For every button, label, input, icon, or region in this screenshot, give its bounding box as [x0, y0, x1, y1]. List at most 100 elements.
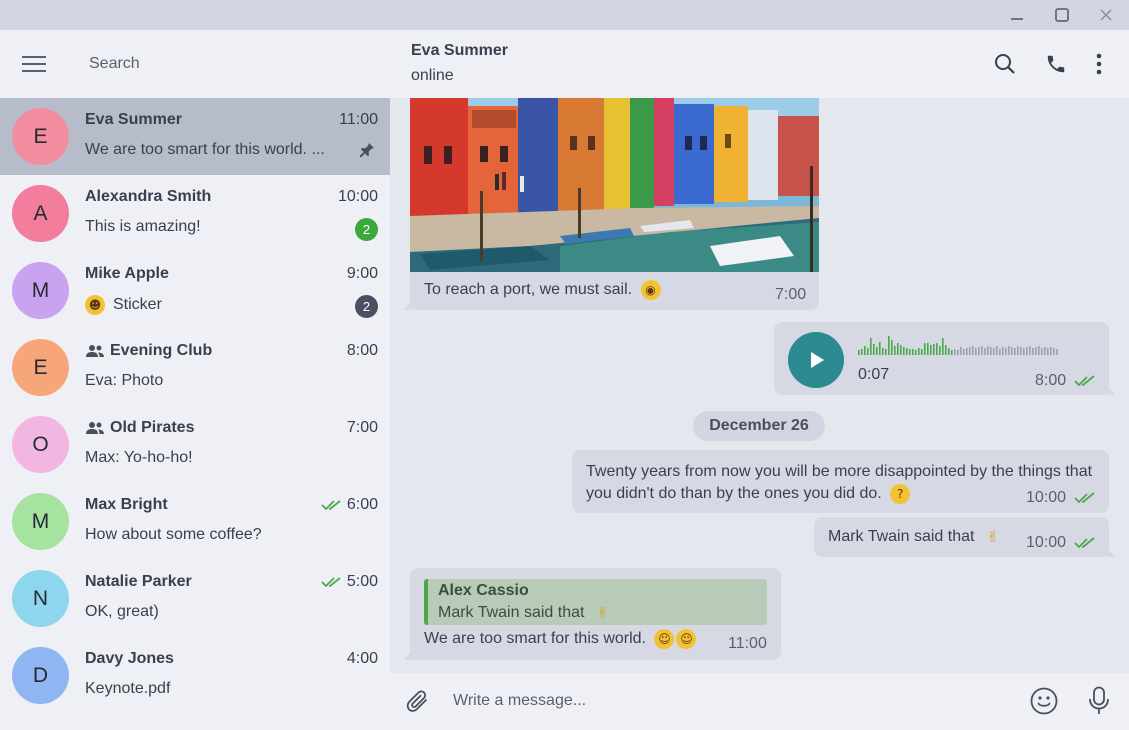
thinking-emoji-icon: ?: [890, 483, 911, 504]
avatar: M: [12, 262, 69, 319]
chat-name: Old Pirates: [85, 419, 194, 437]
chat-time: 5:00: [321, 573, 378, 591]
double-check-icon: [1074, 537, 1098, 549]
chat-name-text: Old Pirates: [110, 419, 195, 436]
message-list[interactable]: To reach a port, we must sail. ◉ 7:00 0:…: [390, 98, 1129, 673]
maximize-icon[interactable]: [1051, 4, 1073, 26]
chat-list: E Eva Summer 11:00 We are too smart for …: [0, 98, 390, 714]
chat-name-text: Davy Jones: [85, 650, 174, 667]
search-input[interactable]: [89, 52, 369, 76]
avatar: A: [12, 185, 69, 242]
chat-time: 7:00: [347, 419, 378, 437]
minimize-icon[interactable]: [1006, 4, 1028, 26]
message-time: 11:00: [728, 635, 767, 653]
search-icon[interactable]: [991, 50, 1019, 78]
victory-hand-emoji-icon: ✌: [986, 528, 1000, 546]
avatar-letter: E: [33, 124, 48, 148]
avatar: N: [12, 570, 69, 627]
chat-time-text: 5:00: [346, 573, 378, 590]
double-check-icon: [1074, 492, 1098, 504]
avatar: E: [12, 339, 69, 396]
chat-preview: ☻ Sticker: [85, 295, 343, 315]
smile-icon[interactable]: [1028, 685, 1060, 717]
message-input[interactable]: [453, 689, 993, 713]
chat-item-evening-club[interactable]: E Evening Club 8:00 Eva: Photo: [0, 329, 390, 406]
chat-name: Mike Apple: [85, 265, 169, 283]
chat-name: Davy Jones: [85, 650, 174, 668]
chat-time: 4:00: [347, 650, 378, 668]
chat-item-mike-apple[interactable]: M Mike Apple 9:00 ☻ Sticker 2: [0, 252, 390, 329]
chat-name-text: Alexandra Smith: [85, 188, 212, 205]
message-text: We are too smart for this world. ☺ ☺: [424, 629, 697, 649]
photo-message[interactable]: To reach a port, we must sail. ◉ 7:00: [403, 98, 819, 310]
avatar-letter: N: [32, 586, 49, 610]
chat-name: Natalie Parker: [85, 573, 192, 591]
chat-preview: This is amazing!: [85, 218, 343, 236]
close-icon[interactable]: [1095, 4, 1117, 26]
avatar-letter: E: [33, 355, 48, 379]
message-time-text: 10:00: [1026, 534, 1067, 551]
chat-header: Eva Summer online: [390, 30, 1129, 98]
peer-name[interactable]: Eva Summer: [411, 42, 508, 60]
reply-author: Alex Cassio: [438, 582, 529, 599]
chat-name-text: Natalie Parker: [85, 573, 192, 590]
chat-time: 10:00: [338, 188, 378, 206]
paperclip-icon[interactable]: [403, 687, 433, 717]
chat-item-natalie-parker[interactable]: N Natalie Parker 5:00 OK, great): [0, 560, 390, 637]
message-composer: [390, 673, 1129, 730]
unread-badge: 2: [355, 295, 378, 318]
chat-item-eva-summer[interactable]: E Eva Summer 11:00 We are too smart for …: [0, 98, 390, 175]
message-time-text: 11:00: [728, 635, 767, 652]
photo-caption-text: To reach a port, we must sail.: [424, 281, 633, 299]
avatar: D: [12, 647, 69, 704]
chat-name-text: Max Bright: [85, 496, 168, 513]
phone-icon[interactable]: [1042, 50, 1070, 78]
chat-time-text: 8:00: [346, 342, 378, 359]
microphone-icon[interactable]: [1084, 685, 1114, 717]
double-check-icon: [1074, 375, 1098, 387]
reply-message[interactable]: Alex Cassio Mark Twain said that ✌ We ar…: [403, 568, 781, 660]
avatar-letter: O: [32, 432, 49, 456]
chat-item-alexandra-smith[interactable]: A Alexandra Smith 10:00 This is amazing!…: [0, 175, 390, 252]
photo-image[interactable]: [410, 98, 819, 272]
double-check-icon: [321, 499, 343, 511]
group-icon: [85, 421, 105, 435]
voice-duration: 0:07: [858, 366, 890, 383]
play-icon[interactable]: [788, 332, 844, 388]
message-text: Twenty years from now you will be more d…: [586, 461, 1096, 505]
chat-preview-text: We are too smart for this world. ...: [85, 141, 325, 158]
chat-preview: How about some coffee?: [85, 526, 343, 544]
message-time: 7:00: [775, 286, 806, 304]
message-text-content: Mark Twain said that: [828, 528, 975, 546]
more-vertical-icon[interactable]: [1085, 50, 1113, 78]
avatar-letter: M: [31, 278, 50, 302]
voice-waveform[interactable]: [858, 334, 1060, 358]
avatar-letter: D: [32, 663, 49, 687]
chat-name: Evening Club: [85, 342, 212, 360]
reply-quoted-text-content: Mark Twain said that: [438, 604, 585, 622]
date-separator-text: December 26: [709, 417, 809, 434]
menu-icon[interactable]: [18, 51, 50, 77]
text-message[interactable]: Twenty years from now you will be more d…: [572, 450, 1109, 513]
voice-message[interactable]: 0:07 8:00: [774, 322, 1116, 395]
message-text: Mark Twain said that ✌: [828, 527, 1003, 547]
text-message[interactable]: Mark Twain said that ✌ 10:00: [814, 517, 1116, 557]
chat-name: Alexandra Smith: [85, 188, 211, 206]
chat-preview-text: OK, great): [85, 603, 159, 620]
unread-badge: 2: [355, 218, 378, 241]
chat-item-old-pirates[interactable]: O Old Pirates 7:00 Max: Yo-ho-ho!: [0, 406, 390, 483]
grin-emoji-icon: ☻: [85, 295, 105, 315]
sidebar: E Eva Summer 11:00 We are too smart for …: [0, 30, 390, 730]
photo-caption: To reach a port, we must sail. ◉: [424, 280, 661, 300]
chat-item-davy-jones[interactable]: D Davy Jones 4:00 Keynote.pdf: [0, 637, 390, 714]
chat-preview-text: Eva: Photo: [85, 372, 164, 389]
avatar-letter: M: [31, 509, 50, 533]
chat-time-text: 9:00: [346, 265, 378, 282]
chat-preview-text: Keynote.pdf: [85, 680, 171, 697]
chat-item-max-bright[interactable]: M Max Bright 6:00 How about some coffee?: [0, 483, 390, 560]
peer-status: online: [411, 67, 454, 84]
chat-time: 6:00: [321, 496, 378, 514]
reply-quote[interactable]: Alex Cassio Mark Twain said that ✌: [424, 579, 767, 625]
chat-preview-text: This is amazing!: [85, 218, 201, 235]
message-time: 10:00: [1026, 534, 1098, 552]
